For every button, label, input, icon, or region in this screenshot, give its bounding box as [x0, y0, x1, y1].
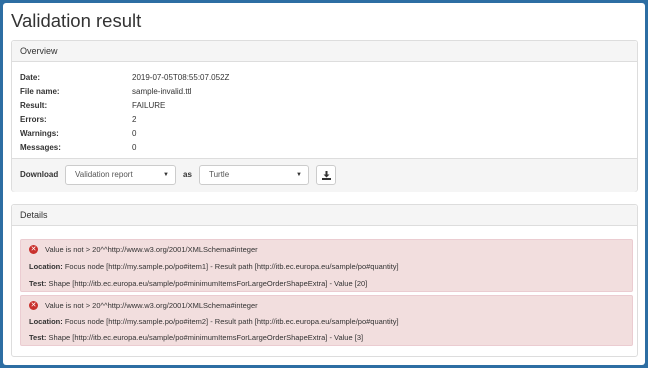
test-label: Test: [29, 333, 47, 342]
warnings-value: 0 [132, 129, 137, 138]
validation-window: Validation result Overview Date: 2019-07… [3, 3, 645, 365]
error-message: Value is not > 20^^http://www.w3.org/200… [45, 245, 258, 254]
result-value: FAILURE [132, 101, 166, 110]
overview-row-date: Date: 2019-07-05T08:55:07.052Z [20, 71, 320, 85]
overview-list: Date: 2019-07-05T08:55:07.052Z File name… [20, 71, 320, 155]
details-heading: Details [12, 205, 637, 226]
error-circle-icon: ✕ [29, 245, 38, 254]
location-label: Location: [29, 262, 63, 271]
test-value: Shape [http://itb.ec.europa.eu/sample/po… [48, 279, 368, 288]
messages-value: 0 [132, 143, 137, 152]
overview-panel: Overview Date: 2019-07-05T08:55:07.052Z … [11, 40, 638, 192]
overview-heading: Overview [12, 41, 637, 62]
location-value: Focus node [http://my.sample.po/po#item1… [64, 262, 399, 271]
filename-label: File name: [20, 87, 60, 96]
caret-down-icon: ▼ [296, 172, 302, 178]
filename-value: sample-invalid.ttl [132, 87, 192, 96]
error-message-line: ✕ Value is not > 20^^http://www.w3.org/2… [29, 301, 258, 310]
overview-row-result: Result: FAILURE [20, 99, 320, 113]
error-message: Value is not > 20^^http://www.w3.org/200… [45, 301, 258, 310]
download-bar: Download Validation report ▼ as Turtle ▼ [12, 158, 637, 192]
overview-row-warnings: Warnings: 0 [20, 127, 320, 141]
date-label: Date: [20, 73, 41, 82]
overview-row-errors: Errors: 2 [20, 113, 320, 127]
content-type-value: Turtle [209, 170, 230, 179]
download-label: Download [20, 170, 59, 179]
report-format-value: Validation report [75, 170, 133, 179]
test-value: Shape [http://itb.ec.europa.eu/sample/po… [48, 333, 364, 342]
messages-label: Messages: [20, 143, 61, 152]
error-message-wrap: ✕ Value is not > 20^^http://www.w3.org/2… [29, 245, 258, 254]
error-test-line: Test: Shape [http://itb.ec.europa.eu/sam… [29, 279, 367, 288]
location-value: Focus node [http://my.sample.po/po#item2… [64, 317, 399, 326]
download-button[interactable] [316, 165, 336, 185]
error-item: ✕ Value is not > 20^^http://www.w3.org/2… [20, 239, 633, 292]
as-label: as [183, 170, 192, 179]
error-test-line: Test: Shape [http://itb.ec.europa.eu/sam… [29, 333, 363, 342]
test-label: Test: [29, 279, 47, 288]
error-circle-icon: ✕ [29, 301, 38, 310]
error-location-line: Location: Focus node [http://my.sample.p… [29, 317, 399, 326]
download-icon [322, 171, 331, 180]
date-value: 2019-07-05T08:55:07.052Z [132, 73, 230, 82]
warnings-label: Warnings: [20, 129, 59, 138]
page-title: Validation result [11, 10, 142, 31]
error-message-wrap: ✕ Value is not > 20^^http://www.w3.org/2… [29, 301, 258, 310]
details-panel: Details ✕ Value is not > 20^^http://www.… [11, 204, 638, 357]
overview-row-filename: File name: sample-invalid.ttl [20, 85, 320, 99]
error-location-line: Location: Focus node [http://my.sample.p… [29, 262, 399, 271]
caret-down-icon: ▼ [163, 172, 169, 178]
content-type-select[interactable]: Turtle ▼ [199, 165, 309, 185]
errors-label: Errors: [20, 115, 47, 124]
report-format-select[interactable]: Validation report ▼ [65, 165, 176, 185]
result-label: Result: [20, 101, 48, 110]
error-message-line: ✕ Value is not > 20^^http://www.w3.org/2… [29, 245, 258, 254]
overview-row-messages: Messages: 0 [20, 141, 320, 155]
errors-value: 2 [132, 115, 137, 124]
error-item: ✕ Value is not > 20^^http://www.w3.org/2… [20, 295, 633, 346]
location-label: Location: [29, 317, 63, 326]
